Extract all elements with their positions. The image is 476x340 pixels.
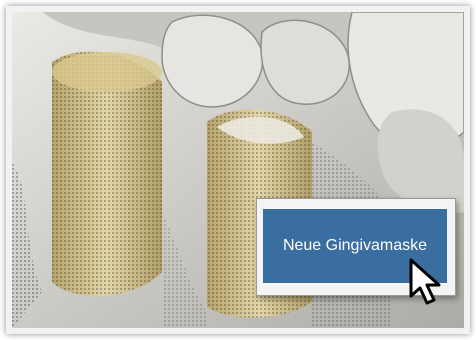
- mouse-pointer-icon: [409, 258, 441, 305]
